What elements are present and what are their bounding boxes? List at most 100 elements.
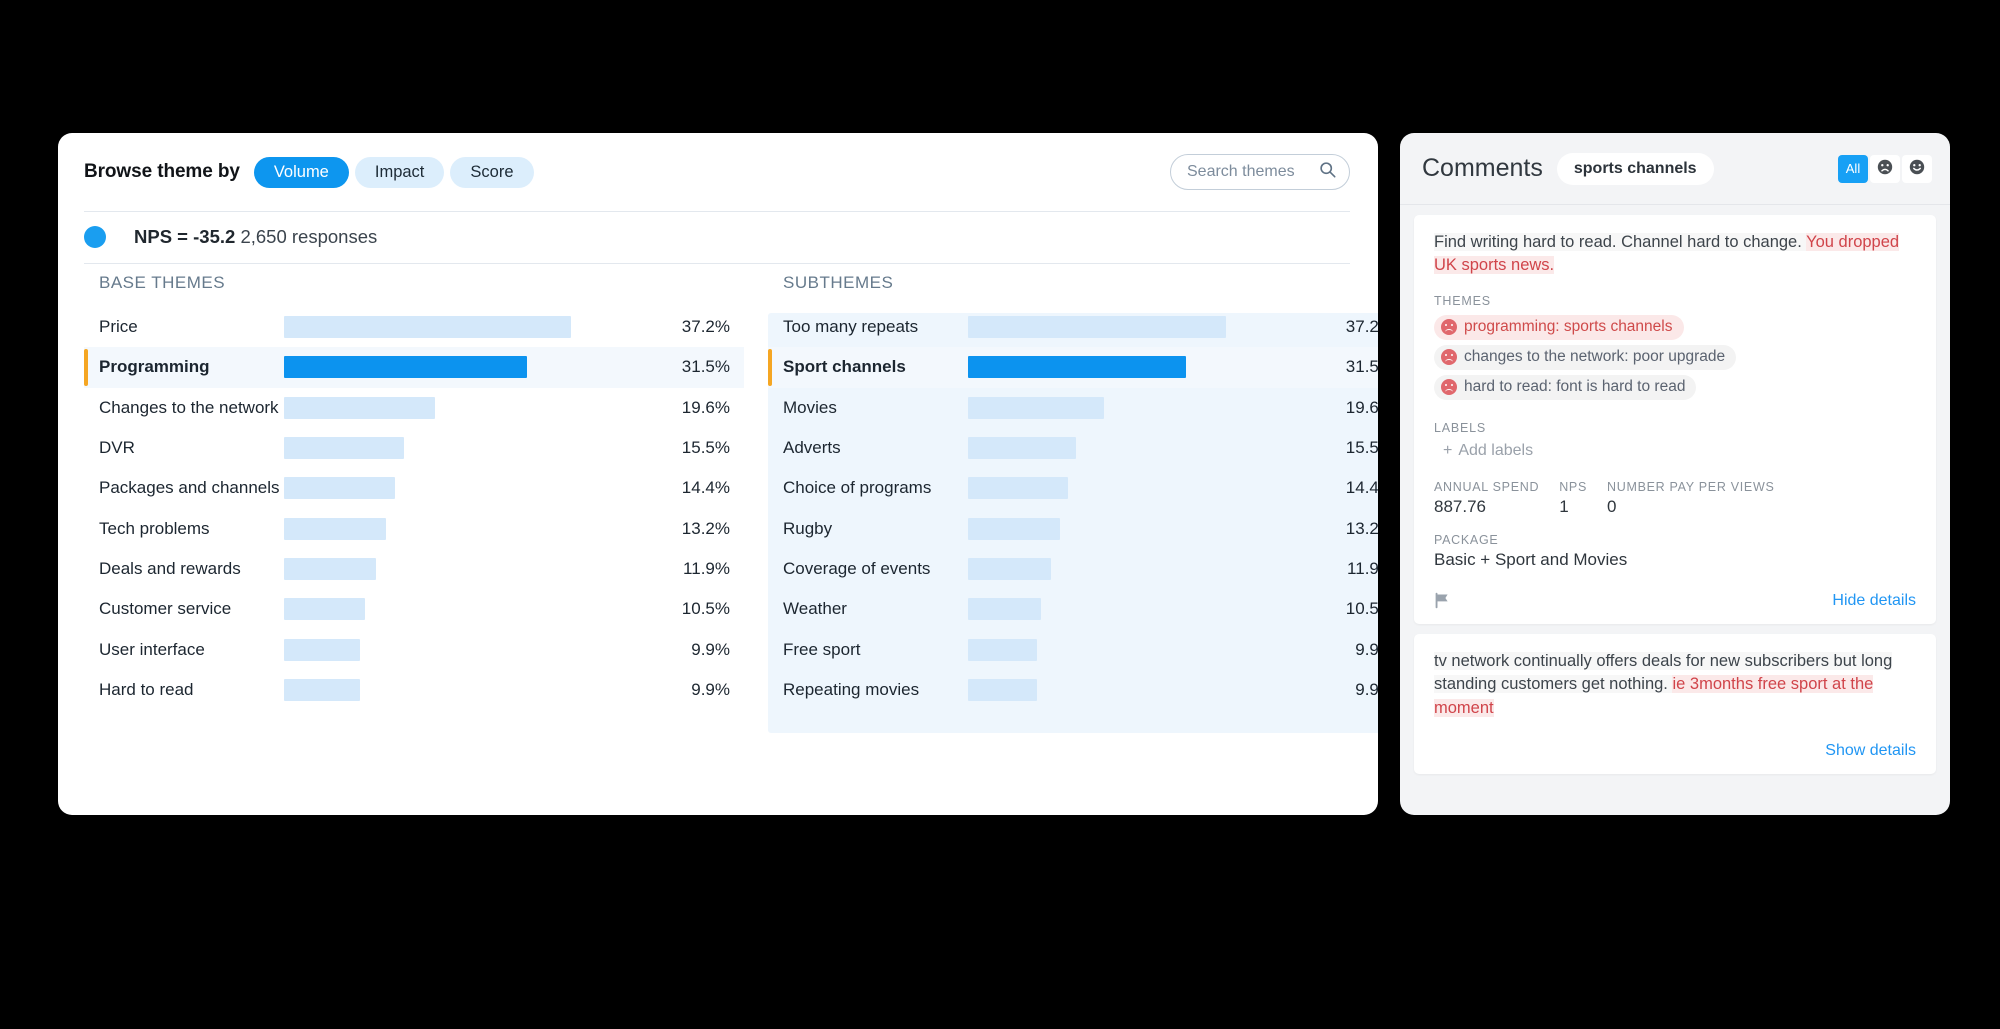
theme-row[interactable]: Deals and rewards 11.9% [84, 549, 744, 589]
theme-row-label: Rugby [783, 518, 833, 538]
theme-bar-track [284, 437, 668, 460]
segment-volume[interactable]: Volume [253, 156, 349, 188]
segment-impact[interactable]: Impact [354, 156, 445, 188]
theme-row-label: Adverts [783, 438, 841, 458]
package-value: Basic + Sport and Movies [1434, 549, 1628, 569]
theme-row[interactable]: Repeating movies 9.9% [768, 670, 1378, 710]
filter-negative-button[interactable] [1870, 154, 1900, 183]
theme-row[interactable]: Choice of programs 14.4% [768, 468, 1378, 508]
comment-card[interactable]: Find writing hard to read. Channel hard … [1414, 215, 1936, 624]
theme-row[interactable]: Tech problems 13.2% [84, 508, 744, 548]
smile-face-icon [1908, 158, 1926, 179]
theme-row[interactable]: DVR 15.5% [84, 428, 744, 468]
theme-tag-label: programming: sports channels [1464, 318, 1673, 336]
theme-bar-track [968, 477, 1332, 500]
theme-bar [968, 437, 1076, 460]
filter-all-button[interactable]: All [1838, 154, 1868, 183]
theme-row-label: Weather [783, 599, 847, 619]
theme-row[interactable]: Movies 19.6% [768, 388, 1378, 428]
theme-row-value: 31.5% [681, 357, 730, 377]
comment-text: tv network continually offers deals for … [1434, 650, 1916, 720]
theme-bar-track [968, 316, 1332, 339]
show-details-link[interactable]: Show details [1825, 742, 1916, 760]
segment-score[interactable]: Score [450, 156, 534, 188]
theme-row-value: 10.5% [1345, 599, 1378, 619]
metadata-key: NUMBER PAY PER VIEWS [1607, 479, 1775, 494]
theme-tag[interactable]: changes to the network: poor upgrade [1434, 344, 1737, 370]
theme-tag[interactable]: hard to read: font is hard to read [1434, 374, 1697, 400]
frown-face-icon [1441, 379, 1457, 396]
frown-face-icon [1441, 319, 1457, 336]
theme-bar-track [968, 356, 1332, 379]
theme-row[interactable]: Packages and channels 14.4% [84, 468, 744, 508]
theme-bar [284, 356, 528, 379]
theme-row-label: Hard to read [99, 679, 194, 699]
theme-row-label: Movies [783, 397, 837, 417]
theme-row-value: 31.5% [1345, 357, 1378, 377]
theme-row[interactable]: Weather 10.5% [768, 589, 1378, 629]
hide-details-link[interactable]: Hide details [1832, 592, 1916, 610]
theme-row[interactable]: Rugby 13.2% [768, 508, 1378, 548]
screenshot-root: Browse theme by Volume Impact Score Sear… [0, 0, 2000, 1029]
theme-row-label: Changes to the network [99, 397, 279, 417]
selected-row-accent [768, 349, 772, 386]
theme-row-value: 11.9% [683, 558, 730, 578]
theme-row-value: 15.5% [1345, 438, 1378, 458]
theme-bar-track [968, 678, 1332, 701]
theme-bar-track [968, 598, 1332, 621]
theme-row-value: 15.5% [681, 438, 730, 458]
comment-metadata: ANNUAL SPEND 887.76 NPS 1 NUMBER PAY PER… [1434, 480, 1916, 517]
theme-row[interactable]: Hard to read 9.9% [84, 670, 744, 710]
browse-mode-segmented-control[interactable]: Volume Impact Score [253, 156, 534, 188]
theme-row[interactable]: Too many repeats 37.2% [768, 307, 1378, 347]
base-themes-rows: Price 37.2% Programming 31.5% Changes to the… [84, 307, 744, 710]
theme-row[interactable]: Sport channels 31.5% [768, 347, 1378, 388]
theme-row[interactable]: Adverts 15.5% [768, 428, 1378, 468]
theme-row-label: Too many repeats [783, 317, 919, 337]
metadata-value: 0 [1607, 496, 1617, 516]
theme-row[interactable]: Coverage of events 11.9% [768, 549, 1378, 589]
flag-icon[interactable] [1434, 592, 1451, 609]
sentiment-filter-group[interactable]: All [1838, 154, 1932, 183]
comment-card-footer: Hide details [1434, 592, 1916, 610]
comments-list[interactable]: Find writing hard to read. Channel hard … [1400, 205, 1950, 775]
filter-positive-button[interactable] [1902, 154, 1932, 183]
metadata-annual-spend: ANNUAL SPEND 887.76 [1434, 480, 1539, 517]
base-themes-title: BASE THEMES [99, 273, 226, 292]
themes-card: Browse theme by Volume Impact Score Sear… [58, 133, 1378, 815]
themes-section-label: THEMES [1434, 293, 1491, 308]
search-themes-input[interactable]: Search themes [1170, 154, 1350, 190]
theme-row-label: Packages and channels [99, 478, 280, 498]
theme-bar [968, 678, 1037, 701]
theme-row[interactable]: Programming 31.5% [84, 347, 744, 388]
theme-row[interactable]: User interface 9.9% [84, 629, 744, 669]
theme-bar [968, 316, 1226, 339]
active-filter-pill[interactable]: sports channels [1556, 152, 1714, 185]
selected-row-accent [84, 349, 88, 386]
theme-row-label: DVR [99, 438, 135, 458]
metadata-value: 1 [1559, 496, 1569, 516]
theme-bar [284, 437, 404, 460]
theme-row-value: 13.2% [681, 518, 730, 538]
theme-row[interactable]: Free sport 9.9% [768, 629, 1378, 669]
add-labels-button[interactable]: + Add labels [1434, 442, 1533, 460]
theme-tag[interactable]: programming: sports channels [1434, 314, 1684, 340]
theme-row-value: 14.4% [681, 478, 730, 498]
theme-row[interactable]: Changes to the network 19.6% [84, 388, 744, 428]
theme-bar [284, 678, 361, 701]
theme-bar [284, 396, 436, 419]
theme-row-value: 9.9% [1355, 679, 1378, 699]
browse-theme-label: Browse theme by [84, 161, 240, 182]
theme-row-label: Free sport [783, 639, 861, 659]
theme-row[interactable]: Price 37.2% [84, 307, 744, 347]
theme-row-label: Coverage of events [783, 558, 931, 578]
theme-row[interactable]: Customer service 10.5% [84, 589, 744, 629]
comment-card[interactable]: tv network continually offers deals for … [1414, 633, 1936, 775]
add-labels-text: Add labels [1458, 441, 1534, 459]
labels-section-label: LABELS [1434, 420, 1487, 435]
theme-bar-track [284, 517, 668, 540]
comment-text: Find writing hard to read. Channel hard … [1434, 231, 1916, 278]
theme-row-value: 11.9% [1347, 558, 1378, 578]
theme-row-value: 19.6% [681, 397, 730, 417]
theme-bar [284, 477, 396, 500]
